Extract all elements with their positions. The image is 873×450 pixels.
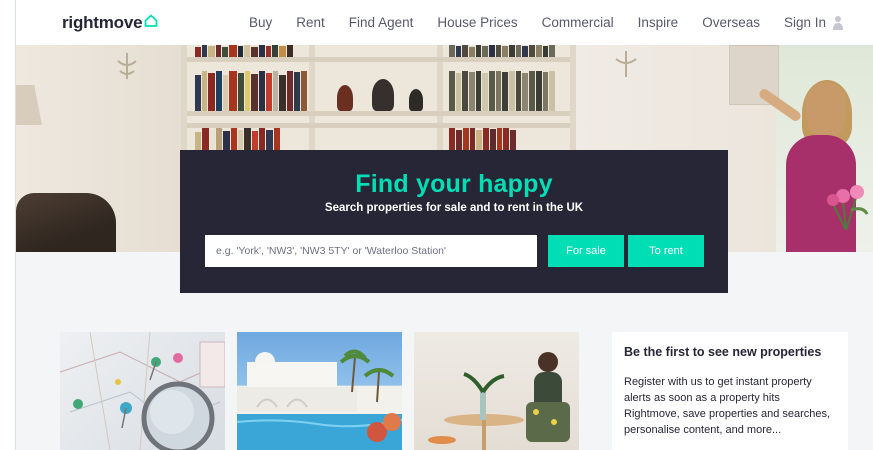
nav-house-prices[interactable]: House Prices	[437, 15, 517, 30]
armchair	[16, 193, 116, 252]
wall-sconce	[117, 53, 137, 79]
site-header: rightmove Buy Rent Find Agent House Pric…	[16, 0, 873, 45]
rightmove-logo[interactable]: rightmove	[62, 13, 158, 33]
map-pins-image[interactable]	[60, 332, 225, 450]
nav-inspire[interactable]: Inspire	[638, 15, 679, 30]
nav-find-agent[interactable]: Find Agent	[349, 15, 414, 30]
sign-in-link[interactable]: Sign In	[784, 15, 844, 31]
nav-commercial[interactable]: Commercial	[542, 15, 614, 30]
sign-in-label: Sign In	[783, 15, 826, 30]
new-properties-card: Be the first to see new properties Regis…	[612, 332, 848, 450]
promo-body: Register with us to get instant property…	[624, 376, 831, 436]
nav-buy[interactable]: Buy	[249, 15, 272, 30]
location-search-input[interactable]	[205, 235, 537, 267]
page: rightmove Buy Rent Find Agent House Pric…	[15, 0, 873, 450]
to-rent-button[interactable]: To rent	[628, 235, 704, 267]
nav-overseas[interactable]: Overseas	[702, 15, 760, 30]
for-sale-button[interactable]: For sale	[548, 235, 624, 267]
hero-subline: Search properties for sale and to rent i…	[324, 202, 584, 214]
logo-text: rightmove	[62, 13, 143, 32]
house-logo-icon	[144, 14, 158, 27]
promo-title: Be the first to see new properties	[624, 345, 822, 359]
user-icon	[833, 15, 843, 30]
hero-headline: Find your happy	[355, 170, 553, 198]
search-panel: Find your happy Search properties for sa…	[180, 150, 728, 293]
living-room-image[interactable]	[414, 332, 579, 450]
nav-rent[interactable]: Rent	[296, 15, 325, 30]
flowers	[827, 185, 869, 230]
main-nav: Buy Rent Find Agent House Prices Commerc…	[249, 0, 844, 45]
wall-sconce-right	[615, 51, 637, 77]
villa-pool-image[interactable]	[237, 332, 402, 450]
